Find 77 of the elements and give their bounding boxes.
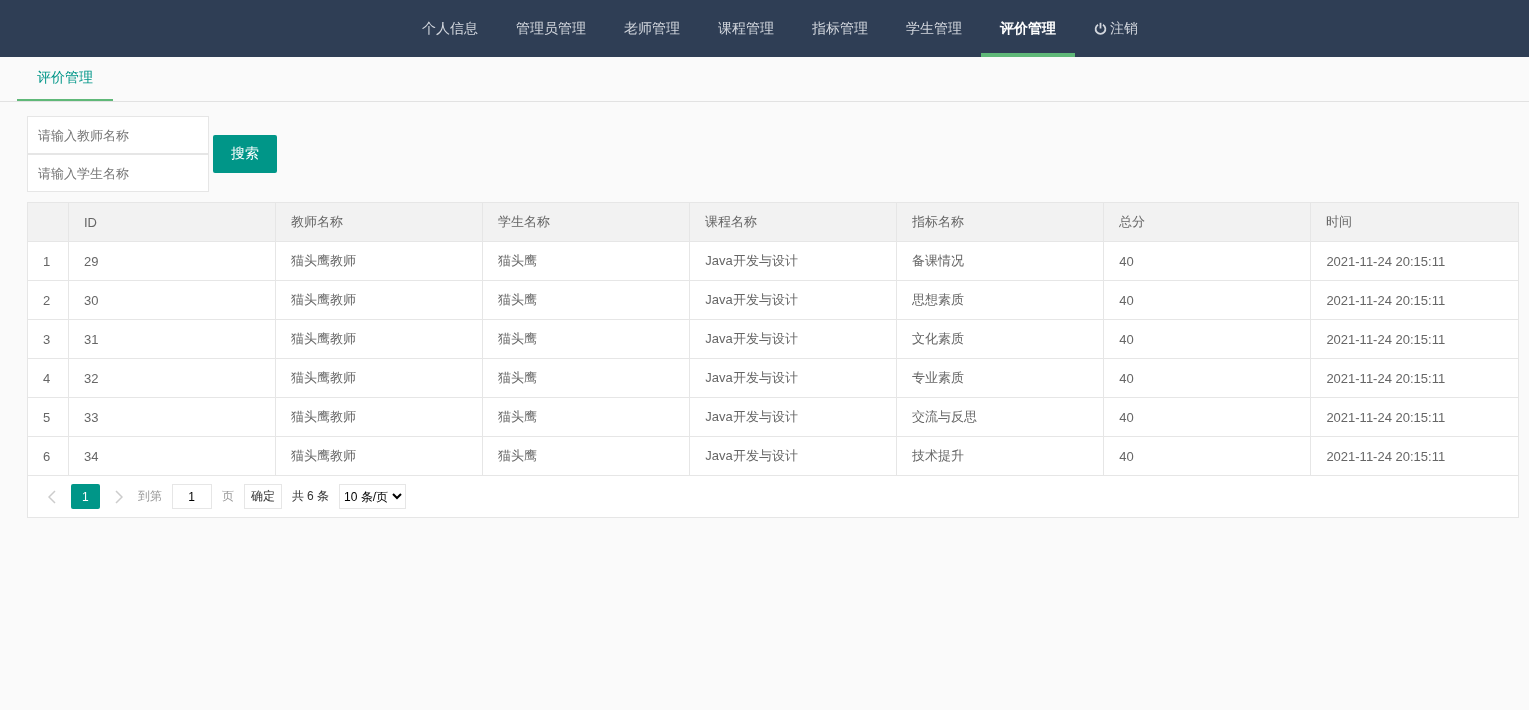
table-cell: 猫头鹰教师: [275, 241, 483, 281]
table-cell: 交流与反思: [896, 397, 1104, 437]
table-cell: Java开发与设计: [689, 280, 897, 320]
table-cell: 猫头鹰: [482, 358, 690, 398]
table-cell: 40: [1103, 358, 1311, 398]
column-header: 教师名称: [275, 203, 483, 242]
column-header: ID: [68, 203, 276, 242]
table-cell: 2021-11-24 20:15:11: [1310, 397, 1518, 437]
table-cell: 34: [68, 436, 276, 476]
table-cell: 2021-11-24 20:15:11: [1310, 280, 1518, 320]
page-number[interactable]: 1: [71, 484, 100, 509]
power-icon: [1093, 22, 1107, 35]
row-number: 5: [28, 397, 69, 437]
table-cell: Java开发与设计: [689, 241, 897, 281]
table-cell: Java开发与设计: [689, 436, 897, 476]
search-field[interactable]: 请输入教师名称: [27, 116, 209, 154]
page-label: 页: [221, 488, 234, 505]
table-cell: 40: [1103, 319, 1311, 359]
next-page-icon[interactable]: [114, 489, 123, 504]
confirm-button[interactable]: 确定: [243, 484, 282, 509]
table-cell: 猫头鹰教师: [275, 319, 483, 359]
nav-link[interactable]: 课程管理: [698, 0, 793, 57]
nav-link[interactable]: 老师管理: [604, 0, 699, 57]
column-header: 课程名称: [689, 203, 897, 242]
table-cell: 33: [68, 397, 276, 437]
row-number: 3: [28, 319, 69, 359]
table-cell: 2021-11-24 20:15:11: [1310, 241, 1518, 281]
table-cell: 40: [1103, 436, 1311, 476]
nav-link[interactable]: 管理员管理: [496, 0, 605, 57]
table-cell: 猫头鹰教师: [275, 280, 483, 320]
table-cell: 40: [1103, 280, 1311, 320]
table-cell: Java开发与设计: [689, 358, 897, 398]
column-header: 时间: [1310, 203, 1518, 242]
table-cell: Java开发与设计: [689, 397, 897, 437]
table-cell: 31: [68, 319, 276, 359]
nav-link[interactable]: 评价管理: [980, 0, 1075, 57]
row-number: 4: [28, 358, 69, 398]
row-number: 1: [28, 241, 69, 281]
table-cell: 猫头鹰: [482, 436, 690, 476]
table-cell: 猫头鹰教师: [275, 436, 483, 476]
table-cell: 猫头鹰: [482, 397, 690, 437]
page-input[interactable]: 1: [171, 484, 212, 509]
table-cell: 猫头鹰教师: [275, 397, 483, 437]
goto-label: 到第: [137, 488, 162, 505]
table-cell: 专业素质: [896, 358, 1104, 398]
table-cell: 40: [1103, 397, 1311, 437]
table-cell: 32: [68, 358, 276, 398]
table-cell: 猫头鹰: [482, 319, 690, 359]
row-number: 6: [28, 436, 69, 476]
nav-link[interactable]: 指标管理: [792, 0, 887, 57]
table-cell: 29: [68, 241, 276, 281]
row-number: 2: [28, 280, 69, 320]
nav-link[interactable]: 个人信息: [402, 0, 497, 57]
column-header: 总分: [1103, 203, 1311, 242]
table-cell: 猫头鹰: [482, 241, 690, 281]
table-cell: 2021-11-24 20:15:11: [1310, 319, 1518, 359]
table-cell: 2021-11-24 20:15:11: [1310, 358, 1518, 398]
table-cell: 猫头鹰: [482, 280, 690, 320]
nav-link[interactable]: 学生管理: [886, 0, 981, 57]
nav-link[interactable]: 注销: [1074, 0, 1157, 57]
table-cell: 思想素质: [896, 280, 1104, 320]
column-header: 指标名称: [896, 203, 1104, 242]
search-button[interactable]: 搜索: [213, 135, 277, 173]
tab[interactable]: 评价管理: [17, 57, 113, 101]
total-count: 共 6 条: [291, 488, 330, 505]
table-cell: 30: [68, 280, 276, 320]
table-cell: 猫头鹰教师: [275, 358, 483, 398]
table-cell: Java开发与设计: [689, 319, 897, 359]
table-cell: 2021-11-24 20:15:11: [1310, 436, 1518, 476]
previous-page-icon[interactable]: [48, 489, 56, 504]
table-cell: 40: [1103, 241, 1311, 281]
page-size-select[interactable]: 10 条/页: [339, 484, 407, 509]
table-cell: 技术提升: [896, 436, 1104, 476]
table-cell: 文化素质: [896, 319, 1104, 359]
search-field[interactable]: 请输入学生名称: [27, 154, 209, 192]
table-cell: 备课情况: [896, 241, 1104, 281]
column-header: 学生名称: [482, 203, 690, 242]
